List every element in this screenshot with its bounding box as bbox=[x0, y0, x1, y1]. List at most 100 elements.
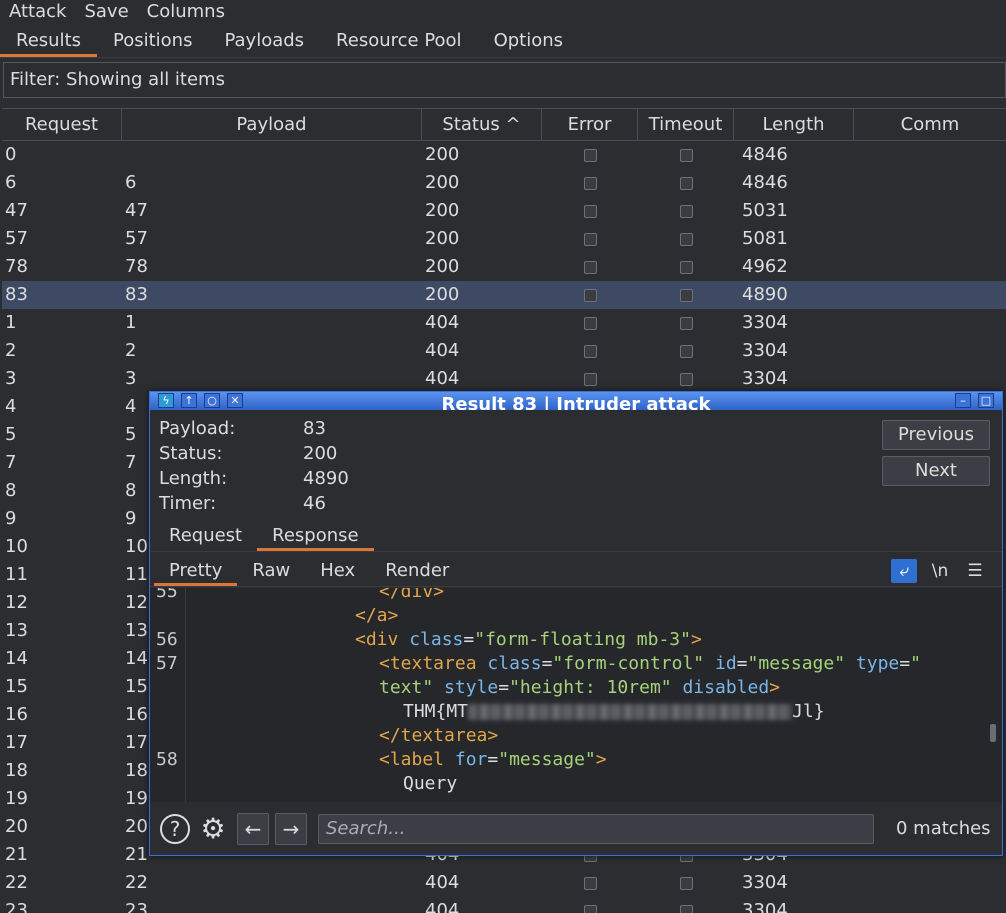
payload-cell: 6 bbox=[125, 172, 137, 193]
dialog-title: Result 83 | Intruder attack bbox=[441, 394, 711, 410]
timeout-checkbox-cell bbox=[638, 141, 734, 169]
payload-cell: 1 bbox=[125, 312, 137, 333]
timeout-checkbox-cell bbox=[638, 169, 734, 197]
request-cell: 3 bbox=[5, 368, 17, 389]
search-bar: ? ⚙ ← → Search... 0 matches bbox=[150, 806, 1002, 852]
request-cell: 83 bbox=[5, 284, 28, 305]
length-cell: 3304 bbox=[742, 872, 788, 893]
timeout-checkbox bbox=[679, 344, 693, 358]
timeout-checkbox-cell bbox=[638, 309, 734, 337]
col-length[interactable]: Length bbox=[734, 109, 854, 141]
request-cell: 19 bbox=[5, 788, 28, 809]
menu-save[interactable]: Save bbox=[75, 1, 137, 23]
request-cell: 14 bbox=[5, 648, 28, 669]
request-cell: 47 bbox=[5, 200, 28, 221]
request-cell: 22 bbox=[5, 872, 28, 893]
col-request[interactable]: Request bbox=[2, 109, 122, 141]
error-checkbox bbox=[583, 876, 597, 890]
error-checkbox bbox=[583, 372, 597, 386]
request-cell: 15 bbox=[5, 676, 28, 697]
table-row[interactable]: 1 1 404 3304 bbox=[2, 309, 1006, 337]
filter-bar[interactable]: Filter: Showing all items bbox=[3, 62, 1006, 98]
error-checkbox bbox=[583, 904, 597, 913]
table-row[interactable]: 2 2 404 3304 bbox=[2, 337, 1006, 365]
forward-arrow-icon[interactable]: → bbox=[275, 813, 307, 845]
timeout-checkbox-cell bbox=[638, 337, 734, 365]
tab-options[interactable]: Options bbox=[478, 26, 579, 57]
request-cell: 9 bbox=[5, 508, 17, 529]
tab-response[interactable]: Response bbox=[257, 522, 374, 551]
length-cell: 5031 bbox=[742, 200, 788, 221]
flag-line: THM{MT Jl} bbox=[403, 700, 825, 724]
table-row[interactable]: 3 3 404 3304 bbox=[2, 365, 1006, 393]
response-code-view[interactable]: 55 </div> </a> 56 <div class="form-float… bbox=[150, 588, 1002, 802]
request-cell: 78 bbox=[5, 256, 28, 277]
view-tabs: Pretty Raw Hex Render ⤶ \n ☰ bbox=[150, 555, 1002, 587]
minimize-icon[interactable]: – bbox=[955, 393, 971, 408]
code-line: Query bbox=[403, 773, 458, 794]
tab-results[interactable]: Results bbox=[0, 26, 97, 57]
tab-raw[interactable]: Raw bbox=[237, 555, 305, 586]
timeout-checkbox bbox=[679, 176, 693, 190]
help-icon[interactable]: ? bbox=[160, 814, 190, 844]
table-row[interactable]: 78 78 200 4962 bbox=[2, 253, 1006, 281]
request-cell: 21 bbox=[5, 844, 28, 865]
newline-toggle[interactable]: \n bbox=[927, 559, 953, 583]
tab-hex[interactable]: Hex bbox=[305, 555, 370, 586]
table-row[interactable]: 23 23 404 3304 bbox=[2, 897, 1006, 913]
tab-resource-pool[interactable]: Resource Pool bbox=[320, 26, 478, 57]
error-checkbox-cell bbox=[542, 225, 638, 253]
menu-icon[interactable]: ☰ bbox=[962, 559, 988, 583]
back-arrow-icon[interactable]: ← bbox=[237, 813, 269, 845]
request-cell: 17 bbox=[5, 732, 28, 753]
menu-attack[interactable]: Attack bbox=[0, 1, 75, 23]
table-row[interactable]: 47 47 200 5031 bbox=[2, 197, 1006, 225]
tab-positions[interactable]: Positions bbox=[97, 26, 208, 57]
col-timeout[interactable]: Timeout bbox=[638, 109, 734, 141]
status-cell: 200 bbox=[425, 144, 460, 165]
table-row[interactable]: 0 200 4846 bbox=[2, 141, 1006, 169]
length-value: 4890 bbox=[303, 468, 349, 489]
tab-payloads[interactable]: Payloads bbox=[208, 26, 320, 57]
result-dialog: ϟ ↑ ○ ✕ Result 83 | Intruder attack – □ … bbox=[149, 391, 1003, 856]
dialog-titlebar[interactable]: ϟ ↑ ○ ✕ Result 83 | Intruder attack – □ bbox=[150, 392, 1002, 410]
gear-icon[interactable]: ⚙ bbox=[196, 812, 230, 846]
timeout-checkbox-cell bbox=[638, 897, 734, 913]
error-checkbox-cell bbox=[542, 169, 638, 197]
previous-button[interactable]: Previous bbox=[882, 420, 990, 450]
length-label: Length: bbox=[159, 468, 228, 489]
next-button[interactable]: Next bbox=[882, 456, 990, 486]
wrap-lines-icon[interactable]: ⤶ bbox=[891, 559, 917, 583]
table-row[interactable]: 22 22 404 3304 bbox=[2, 869, 1006, 897]
redacted-blur bbox=[468, 704, 793, 720]
payload-cell: 23 bbox=[125, 900, 148, 913]
col-comment[interactable]: Comm bbox=[854, 109, 1006, 141]
tab-pretty[interactable]: Pretty bbox=[154, 555, 238, 586]
tab-render[interactable]: Render bbox=[370, 555, 464, 586]
tab-request[interactable]: Request bbox=[154, 522, 257, 551]
status-cell: 404 bbox=[425, 872, 460, 893]
menu-columns[interactable]: Columns bbox=[138, 1, 234, 23]
scrollbar[interactable] bbox=[990, 724, 996, 742]
col-payload[interactable]: Payload bbox=[122, 109, 422, 141]
error-checkbox-cell bbox=[542, 869, 638, 897]
error-checkbox-cell bbox=[542, 281, 638, 309]
col-status[interactable]: Status ^ bbox=[422, 109, 542, 141]
timeout-checkbox bbox=[679, 876, 693, 890]
request-cell: 18 bbox=[5, 760, 28, 781]
request-cell: 7 bbox=[5, 452, 17, 473]
table-row[interactable]: 57 57 200 5081 bbox=[2, 225, 1006, 253]
error-checkbox bbox=[583, 260, 597, 274]
code-line: </a> bbox=[355, 605, 399, 626]
table-row[interactable]: 83 83 200 4890 bbox=[2, 281, 1006, 309]
table-row[interactable]: 6 6 200 4846 bbox=[2, 169, 1006, 197]
timeout-checkbox-cell bbox=[638, 869, 734, 897]
search-input[interactable]: Search... bbox=[318, 814, 874, 844]
status-cell: 404 bbox=[425, 340, 460, 361]
col-error[interactable]: Error bbox=[542, 109, 638, 141]
length-cell: 3304 bbox=[742, 368, 788, 389]
request-cell: 8 bbox=[5, 480, 17, 501]
maximize-icon[interactable]: □ bbox=[978, 393, 994, 408]
code-line: text" style="height: 10rem" disabled> bbox=[379, 677, 781, 698]
payload-cell: 78 bbox=[125, 256, 148, 277]
